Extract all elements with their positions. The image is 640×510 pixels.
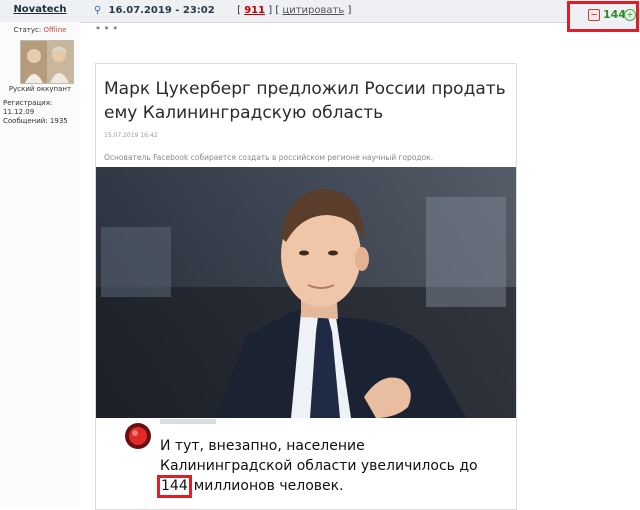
pin-icon: ⚲ [94, 5, 102, 16]
caption-line-3-rest: миллионов человек. [193, 478, 344, 494]
post-date: 16.07.2019 - 23:02 [108, 5, 215, 16]
avatar[interactable] [20, 40, 74, 84]
highlighted-number: 144 [157, 475, 192, 498]
record-icon [124, 422, 152, 450]
meme-caption: И тут, внезапно, население Калининградск… [96, 418, 516, 509]
post-meta: ⚲ 16.07.2019 - 23:02 [ 911 ] [ цитироват… [94, 5, 352, 16]
user-title: Руский оккупант [8, 85, 72, 93]
user-messages: Сообщений: 1935 [3, 117, 68, 125]
caption-line-1: И тут, внезапно, население [160, 438, 365, 454]
post-header-bar: Novatech ⚲ 16.07.2019 - 23:02 [ 911 ] [ … [0, 0, 640, 23]
post-number-link[interactable]: 911 [244, 5, 265, 16]
rate-down-icon[interactable]: − [588, 9, 600, 21]
status-offline: Offline [43, 26, 67, 34]
caption-line-3: 144 миллионов человек. [157, 475, 478, 498]
post-rating-value: 144 [603, 8, 626, 21]
post-stars: * * * [96, 25, 119, 34]
quote-link[interactable]: цитировать [282, 5, 344, 16]
user-status: Статус: Offline [13, 26, 67, 34]
redacted-username [160, 419, 216, 424]
caption-text: И тут, внезапно, население Калининградск… [157, 436, 478, 498]
user-registration: Регистрация: 11.12.09 [3, 99, 53, 116]
post-rating-box: − 144 + [567, 1, 639, 32]
article-photo [96, 167, 516, 418]
user-info-sidebar: Статус: Offline Руский оккупант Регистра… [0, 22, 80, 508]
article-date: 15.07.2019 16:42 [104, 132, 158, 139]
article-headline: Марк Цукерберг предложил России продать … [104, 79, 506, 123]
post-author-username[interactable]: Novatech [0, 4, 80, 15]
article-lead: Основатель Facebook собирается создать в… [104, 153, 434, 162]
user-stats: Регистрация: 11.12.09 Сообщений: 1935 [3, 99, 80, 126]
rate-up-icon[interactable]: + [624, 9, 636, 21]
article-screenshot: Марк Цукерберг предложил России продать … [95, 63, 517, 510]
caption-line-2: Калининградской области увеличилось до [160, 458, 478, 474]
